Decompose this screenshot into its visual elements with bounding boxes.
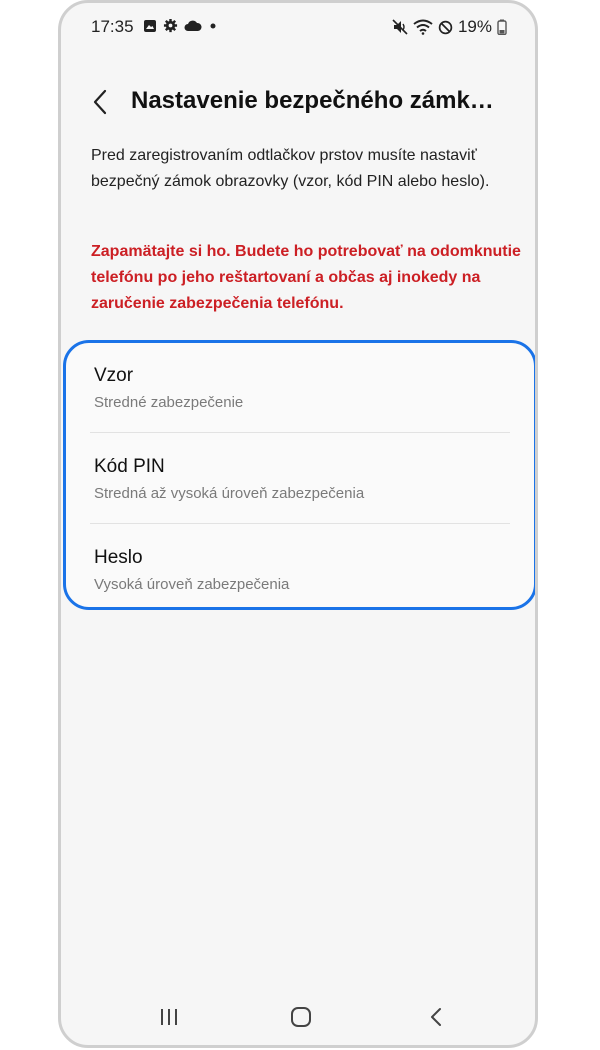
option-title: Kód PIN	[94, 456, 165, 477]
description-text: Pred zaregistrovaním odtlačkov prstov mu…	[91, 147, 490, 190]
option-subtitle: Vysoká úroveň zabezpečenia	[94, 576, 290, 593]
recent-apps-icon	[161, 1009, 177, 1025]
nav-back-button[interactable]	[417, 997, 457, 1037]
option-pin[interactable]: Kód PIN Stredná až vysoká úroveň zabezpe…	[66, 433, 534, 523]
home-icon	[291, 1007, 311, 1027]
option-subtitle: Stredná až vysoká úroveň zabezpečenia	[94, 485, 365, 502]
option-password[interactable]: Heslo Vysoká úroveň zabezpečenia	[66, 524, 534, 614]
status-right: 19%	[392, 17, 507, 37]
recent-apps-button[interactable]	[149, 997, 189, 1037]
mute-vibrate-icon	[392, 19, 408, 35]
option-title: Heslo	[94, 547, 143, 568]
dot-icon	[210, 23, 216, 28]
cloud-icon	[184, 20, 202, 31]
do-not-disturb-icon	[438, 20, 453, 34]
status-bar: 17:35 19%	[61, 3, 535, 55]
back-button[interactable]	[87, 85, 117, 119]
option-pattern[interactable]: Vzor Stredné zabezpečenie	[66, 343, 534, 433]
battery-percent: 19%	[457, 17, 492, 36]
gear-icon	[163, 18, 178, 33]
status-left-icons	[143, 18, 218, 33]
phone-frame: 17:35 19% Nastavenie bezpečného zámk… Pr…	[58, 0, 538, 1048]
battery-icon	[497, 19, 507, 35]
chevron-left-icon	[93, 89, 107, 115]
home-button[interactable]	[281, 997, 321, 1037]
lock-options-card: Vzor Stredné zabezpečenie Kód PIN Stredn…	[63, 340, 535, 610]
status-time: 17:35	[91, 17, 134, 36]
option-subtitle: Stredné zabezpečenie	[94, 394, 244, 411]
navigation-bar	[61, 985, 535, 1045]
warning-text: Zapamätajte si ho. Budete ho potrebovať …	[91, 243, 521, 312]
header: Nastavenie bezpečného zámk…	[61, 83, 535, 123]
page-title: Nastavenie bezpečného zámk…	[131, 87, 494, 114]
back-icon	[431, 1008, 441, 1026]
option-title: Vzor	[94, 365, 134, 386]
gallery-icon	[144, 19, 156, 32]
wifi-icon	[413, 19, 433, 35]
